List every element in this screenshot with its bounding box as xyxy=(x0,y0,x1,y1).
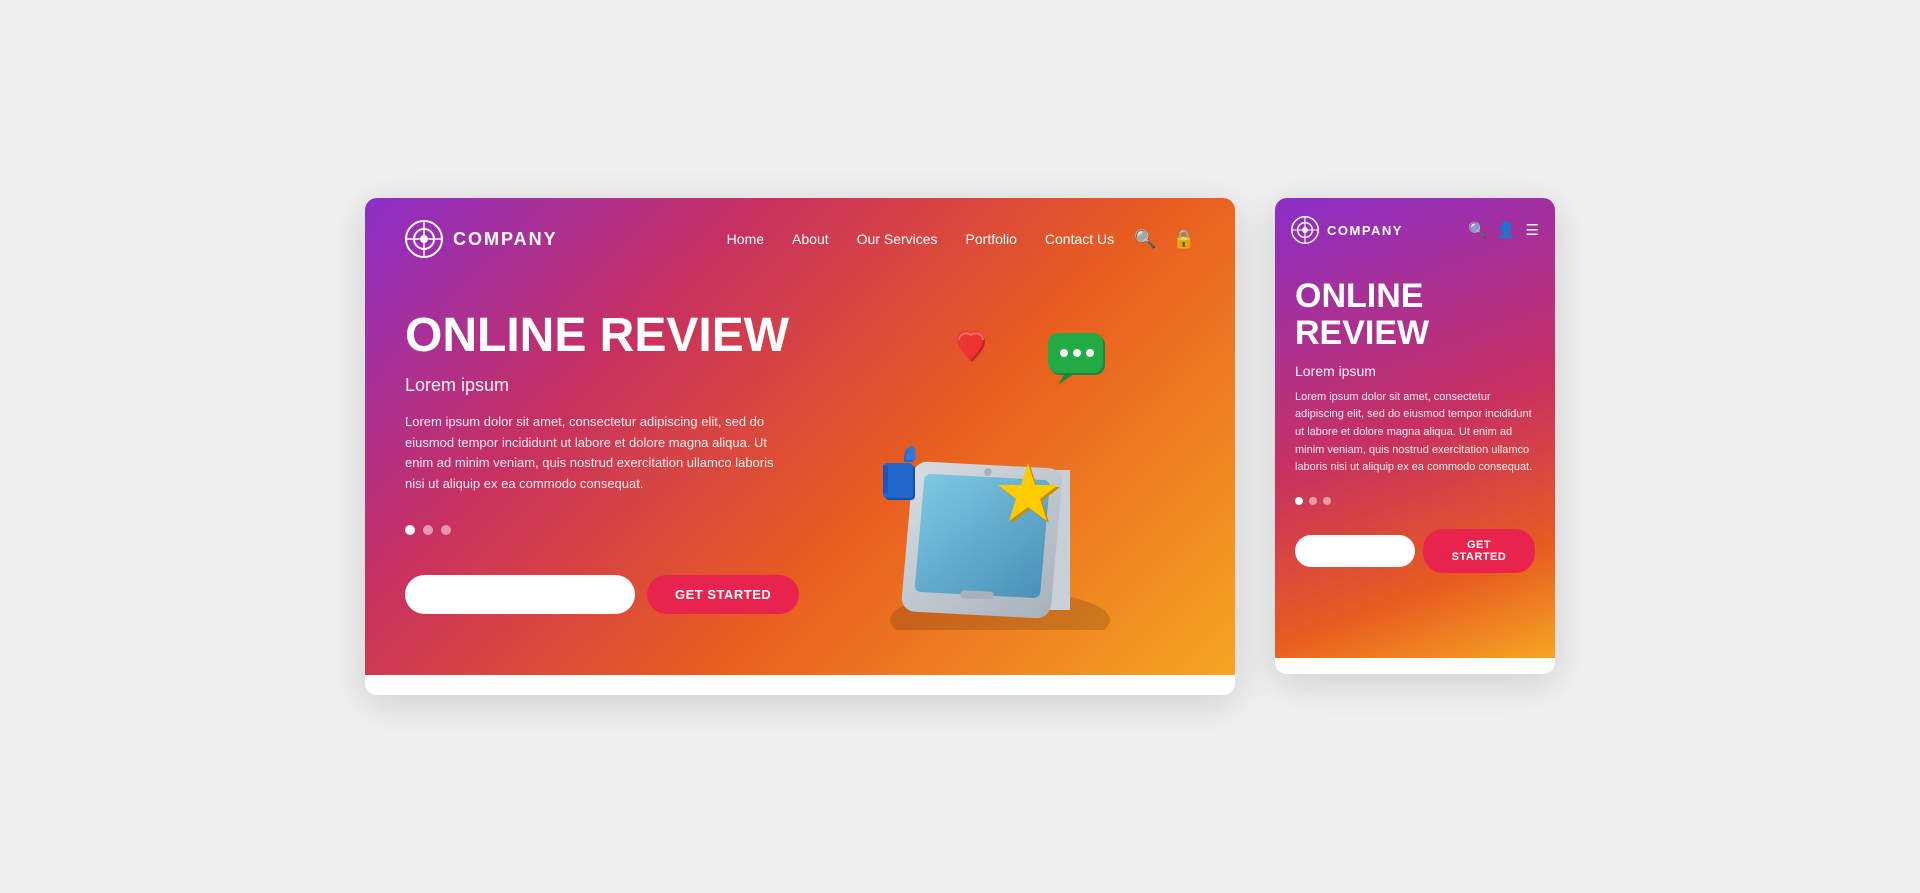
desktop-logo-text: COMPANY xyxy=(453,229,558,250)
desktop-cta-row: GET STARTED xyxy=(405,575,800,614)
mobile-hero-subtitle: Lorem ipsum xyxy=(1295,363,1535,379)
desktop-email-input[interactable] xyxy=(405,575,635,614)
mobile-nav: COMPANY 🔍 👤 ☰ xyxy=(1275,198,1555,262)
nav-action-icons: 🔍 🔒 xyxy=(1134,229,1195,250)
mobile-mockup: COMPANY 🔍 👤 ☰ ONLINE REVIEW Lorem ipsum … xyxy=(1275,198,1555,674)
desktop-nav-links: Home About Our Services Portfolio Contac… xyxy=(727,231,1114,247)
nav-link-home[interactable]: Home xyxy=(727,231,764,247)
user-icon[interactable]: 🔒 xyxy=(1173,229,1195,250)
desktop-bottom-bar xyxy=(365,675,1235,695)
mobile-dot-2[interactable] xyxy=(1309,497,1317,505)
mobile-bottom-bar xyxy=(1275,658,1555,674)
mobile-user-icon[interactable]: 👤 xyxy=(1497,221,1516,239)
chat-bubble-icon xyxy=(1048,333,1105,385)
mobile-hero: COMPANY 🔍 👤 ☰ ONLINE REVIEW Lorem ipsum … xyxy=(1275,198,1555,658)
desktop-mockup: COMPANY Home About Our Services Portfoli… xyxy=(365,198,1235,695)
mobile-hero-title: ONLINE REVIEW xyxy=(1295,278,1535,353)
mobile-carousel-dots xyxy=(1295,497,1535,505)
desktop-get-started-button[interactable]: GET STARTED xyxy=(647,575,799,614)
mobile-logo-icon xyxy=(1291,216,1319,244)
nav-link-about[interactable]: About xyxy=(792,231,829,247)
nav-link-portfolio[interactable]: Portfolio xyxy=(966,231,1017,247)
mobile-menu-icon[interactable]: ☰ xyxy=(1526,221,1539,239)
mobile-hero-body: Lorem ipsum dolor sit amet, consectetur … xyxy=(1295,389,1535,477)
mobile-email-input[interactable] xyxy=(1295,535,1415,567)
dot-3[interactable] xyxy=(441,525,451,535)
logo-circle-icon xyxy=(405,220,443,258)
mobile-dot-3[interactable] xyxy=(1323,497,1331,505)
desktop-hero-subtitle: Lorem ipsum xyxy=(405,375,800,396)
mobile-get-started-button[interactable]: GET STARTED xyxy=(1423,529,1535,573)
desktop-illustration xyxy=(800,310,1195,635)
dot-1[interactable] xyxy=(405,525,415,535)
mobile-cta-row: GET STARTED xyxy=(1295,529,1535,573)
desktop-nav: COMPANY Home About Our Services Portfoli… xyxy=(365,198,1235,280)
desktop-hero: COMPANY Home About Our Services Portfoli… xyxy=(365,198,1235,675)
heart-icon xyxy=(957,331,985,362)
desktop-hero-content: ONLINE REVIEW Lorem ipsum Lorem ipsum do… xyxy=(365,280,1235,675)
thumbs-up-icon xyxy=(883,446,916,500)
desktop-hero-title: ONLINE REVIEW xyxy=(405,310,800,363)
nav-link-contact[interactable]: Contact Us xyxy=(1045,231,1114,247)
desktop-hero-svg xyxy=(800,310,1180,630)
mobile-dot-1[interactable] xyxy=(1295,497,1303,505)
desktop-hero-body: Lorem ipsum dolor sit amet, consectetur … xyxy=(405,412,795,495)
desktop-carousel-dots xyxy=(405,525,800,535)
nav-link-services[interactable]: Our Services xyxy=(857,231,938,247)
mobile-nav-icons: 🔍 👤 ☰ xyxy=(1468,221,1539,239)
mobile-logo-text: COMPANY xyxy=(1327,223,1403,238)
mobile-logo-area: COMPANY xyxy=(1291,216,1403,244)
dot-2[interactable] xyxy=(423,525,433,535)
desktop-hero-text: ONLINE REVIEW Lorem ipsum Lorem ipsum do… xyxy=(405,310,800,635)
mobile-search-icon[interactable]: 🔍 xyxy=(1468,221,1487,239)
search-icon[interactable]: 🔍 xyxy=(1134,229,1156,250)
logo-area: COMPANY xyxy=(405,220,558,258)
mobile-hero-content: ONLINE REVIEW Lorem ipsum Lorem ipsum do… xyxy=(1275,262,1555,603)
page-wrapper: COMPANY Home About Our Services Portfoli… xyxy=(365,198,1555,695)
